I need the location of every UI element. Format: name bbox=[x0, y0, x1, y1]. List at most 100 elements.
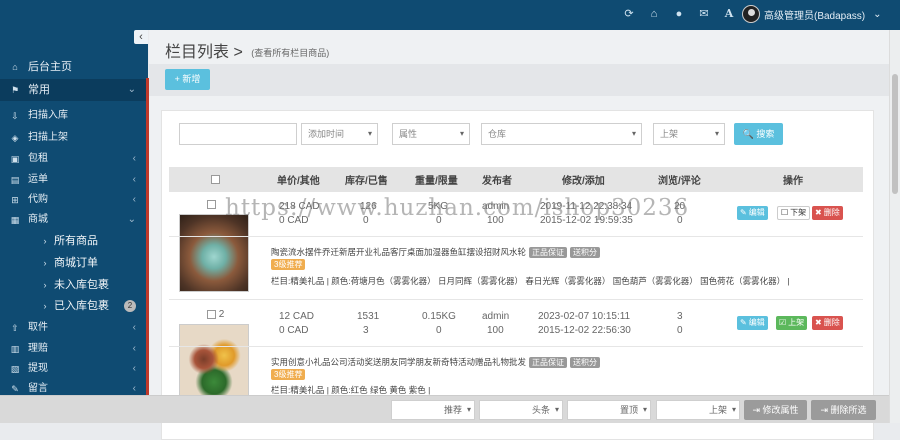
product-title[interactable]: 实用创意小礼品公司活动奖送朋友同学朋友新奇特活动赠品礼物批发 bbox=[271, 357, 526, 367]
chevron-right-icon: › bbox=[43, 280, 47, 290]
page-title: 栏目列表 > (查看所有栏目商品) bbox=[165, 44, 330, 61]
sidebar-item-pickup[interactable]: ⇧ 取件 ‹ bbox=[0, 317, 146, 339]
sidebar-item-shop[interactable]: ▦ 商城 ⌄ bbox=[0, 209, 146, 231]
watermark: https://www.huzhan.com/ishop30236 bbox=[225, 195, 690, 221]
attr-select[interactable]: 属性 ▾ bbox=[392, 123, 470, 145]
check-icon: ☑ bbox=[779, 318, 787, 327]
top-bar: ⟳ ⌂ ● ✉ A 高级管理员(Badapass) ⌄ bbox=[0, 0, 900, 30]
cart-icon: ⊞ bbox=[11, 195, 19, 205]
count-badge: 2 bbox=[124, 300, 136, 312]
header-modified: 修改/添加 bbox=[562, 176, 605, 187]
product-image bbox=[179, 324, 249, 402]
sidebar-item-scan-shelf[interactable]: ◈ 扫描上架 bbox=[0, 127, 146, 149]
chevron-down-icon: ⌄ bbox=[127, 84, 136, 95]
recommend-select[interactable]: 推荐 ▾ bbox=[391, 400, 475, 420]
sidebar-subitem-not-stored[interactable]: › 未入库包裹 bbox=[0, 274, 146, 296]
delete-button[interactable]: ✖ 删除 bbox=[812, 206, 843, 220]
modify-attr-button[interactable]: ⇥ 修改属性 bbox=[744, 400, 807, 420]
price: 12 CAD bbox=[279, 311, 315, 322]
sidebar-item-label: 理赔 bbox=[28, 343, 48, 354]
sidebar-subitem-stored[interactable]: › 已入库包裹 2 bbox=[0, 295, 146, 317]
user-icon[interactable]: ● bbox=[673, 8, 685, 20]
edit-button[interactable]: ✎ 编辑 bbox=[737, 206, 768, 220]
font-icon[interactable]: A bbox=[723, 8, 735, 20]
mail-icon[interactable]: ✉ bbox=[698, 8, 710, 20]
search-button[interactable]: 🔍 搜索 bbox=[734, 123, 783, 145]
stock: 1531 bbox=[357, 311, 380, 322]
main-content: 栏目列表 > (查看所有栏目商品) + 新增 添加时间 ▾ 属性 ▾ 仓库 ▾ 上架 ▾… bbox=[149, 30, 889, 440]
delete-button[interactable]: ✖ 删除 bbox=[812, 316, 843, 330]
product-title-line: 陶瓷流水摆件乔迁新居开业礼品客厅桌面加湿器鱼缸摆设招财风水轮 正品保证 送积分 bbox=[271, 246, 601, 258]
chevron-right-icon: › bbox=[43, 301, 47, 311]
promo-line: 3级推荐 bbox=[271, 259, 306, 270]
chevron-right-icon: › bbox=[43, 236, 47, 246]
chevron-left-icon: ‹ bbox=[132, 194, 136, 205]
price-other: 0 CAD bbox=[279, 325, 309, 336]
sidebar-item-label: 后台主页 bbox=[28, 61, 72, 73]
shop-icon: ▦ bbox=[10, 215, 20, 225]
chevron-down-icon: ▾ bbox=[459, 129, 464, 138]
sidebar-item-label: 常用 bbox=[28, 84, 50, 96]
refresh-icon[interactable]: ⟳ bbox=[623, 8, 635, 20]
shelf-button[interactable]: ☑ 上架 bbox=[776, 316, 808, 330]
close-icon: ✖ bbox=[815, 318, 822, 327]
sidebar-item-label: 扫描上架 bbox=[28, 132, 68, 143]
chevron-down-icon: ▾ bbox=[554, 405, 559, 414]
sidebar-collapse-button[interactable]: ‹ bbox=[134, 30, 148, 44]
user-menu[interactable]: 高级管理员(Badapass) ⌄ bbox=[742, 5, 882, 23]
sidebar-item-label: 未入库包裹 bbox=[54, 279, 109, 291]
modify-icon: ⇥ bbox=[752, 405, 763, 415]
vertical-scrollbar[interactable] bbox=[889, 30, 900, 423]
product-title[interactable]: 陶瓷流水摆件乔迁新居开业礼品客厅桌面加湿器鱼缸摆设招财风水轮 bbox=[271, 247, 526, 257]
shelf-select[interactable]: 上架 ▾ bbox=[653, 123, 725, 145]
chevron-left-icon: ‹ bbox=[132, 322, 136, 333]
sidebar-item-claim[interactable]: ▥ 理赔 ‹ bbox=[0, 338, 146, 360]
top-select[interactable]: 置顶 ▾ bbox=[567, 400, 651, 420]
scrollbar-thumb[interactable] bbox=[892, 74, 898, 194]
promo-line: 3级推荐 bbox=[271, 369, 306, 380]
sidebar-group-common[interactable]: ⚑ 常用 ⌄ bbox=[0, 79, 146, 101]
promo-tag: 3级推荐 bbox=[271, 369, 306, 380]
sidebar-item-waybill[interactable]: ▤ 运单 ‹ bbox=[0, 169, 146, 191]
edit-button[interactable]: ✎ 编辑 bbox=[737, 316, 768, 330]
row-checkbox[interactable]: 2 bbox=[207, 308, 224, 322]
sidebar-subitem-all-products[interactable]: › 所有商品 bbox=[0, 230, 146, 252]
row-checkbox[interactable] bbox=[207, 198, 216, 212]
publisher-level: 100 bbox=[487, 325, 504, 336]
chevron-down-icon: ▾ bbox=[631, 129, 636, 138]
sidebar-subitem-shop-orders[interactable]: › 商城订单 bbox=[0, 252, 146, 274]
sidebar-item-withdraw[interactable]: ▧ 提现 ‹ bbox=[0, 358, 146, 380]
headline-select[interactable]: 头条 ▾ bbox=[479, 400, 563, 420]
keyword-input[interactable] bbox=[179, 123, 297, 145]
home-icon[interactable]: ⌂ bbox=[648, 8, 660, 20]
time-filter[interactable]: 添加时间 ▾ bbox=[301, 123, 378, 145]
tag: 送积分 bbox=[570, 357, 601, 368]
warehouse-select[interactable]: 仓库 ▾ bbox=[481, 123, 642, 145]
edit-icon: ✎ bbox=[740, 318, 747, 327]
header-stock: 库存/已售 bbox=[345, 176, 388, 187]
unshelf-button[interactable]: ☐ 下架 bbox=[777, 206, 811, 220]
sidebar-item-label: 运单 bbox=[28, 174, 48, 185]
sidebar-item-purchase[interactable]: ⊞ 代购 ‹ bbox=[0, 189, 146, 211]
flag-icon: ⚑ bbox=[10, 85, 20, 95]
shelf-select[interactable]: 上架 ▾ bbox=[656, 400, 740, 420]
sidebar-item-home[interactable]: ⌂ 后台主页 bbox=[0, 55, 146, 79]
action-bar: + 新增 bbox=[149, 64, 889, 96]
select-all-checkbox[interactable] bbox=[211, 174, 220, 185]
header-views: 浏览/评论 bbox=[658, 176, 701, 187]
sidebar-item-scan-in[interactable]: ⇩ 扫描入库 bbox=[0, 105, 146, 127]
sidebar-item-label: 商城 bbox=[28, 214, 48, 225]
limit: 0 bbox=[436, 325, 442, 336]
sidebar-item-package[interactable]: ▣ 包租 ‹ bbox=[0, 148, 146, 170]
add-button[interactable]: + 新增 bbox=[165, 69, 210, 90]
divider bbox=[169, 236, 863, 237]
sidebar-item-label: 取件 bbox=[28, 322, 48, 333]
sidebar-item-label: 代购 bbox=[28, 194, 48, 205]
views: 3 bbox=[677, 311, 683, 322]
promo-tag: 3级推荐 bbox=[271, 259, 306, 270]
chevron-left-icon: ‹ bbox=[132, 363, 136, 374]
chevron-down-icon: ▾ bbox=[714, 129, 719, 138]
header-actions: 操作 bbox=[783, 176, 803, 187]
pickup-icon: ⇧ bbox=[11, 323, 19, 333]
delete-selected-button[interactable]: ⇥ 删除所选 bbox=[811, 400, 876, 420]
